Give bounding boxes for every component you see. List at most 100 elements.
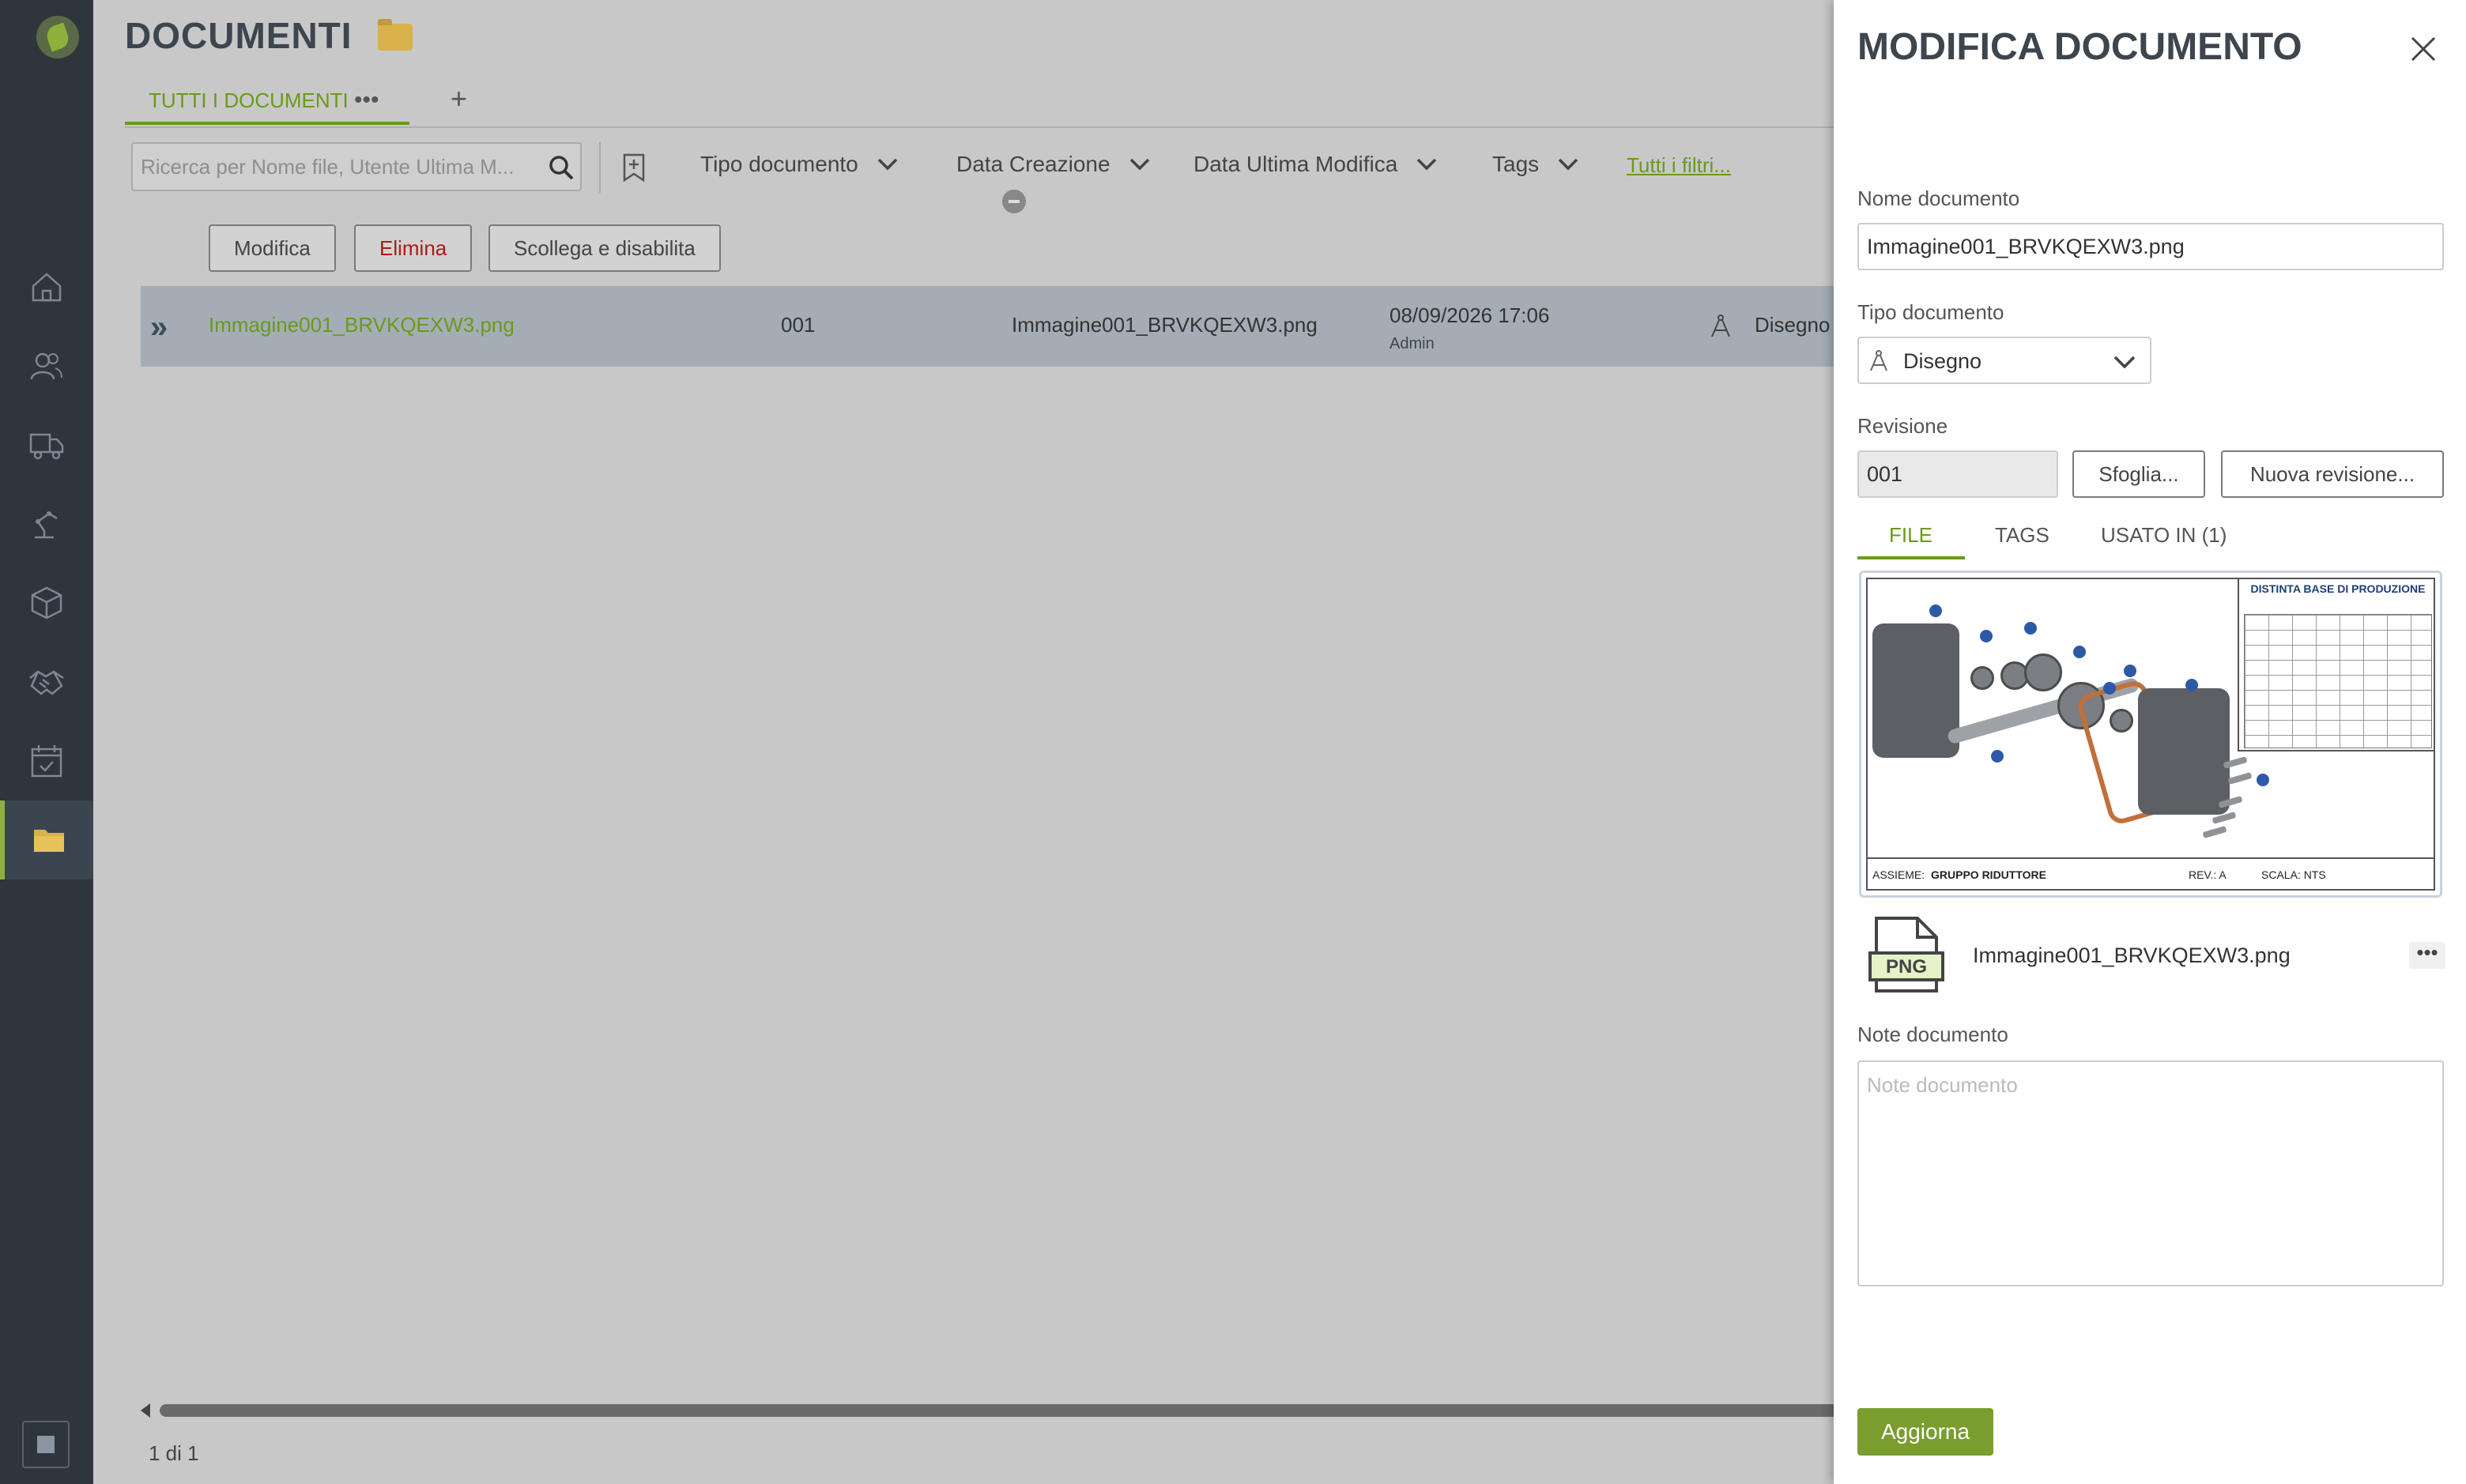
filter-document-type[interactable]: Tipo documento	[700, 152, 899, 177]
all-filters-link[interactable]: Tutti i filtri...	[1627, 153, 1731, 178]
horizontal-scrollbar[interactable]	[141, 1403, 1851, 1418]
new-revision-button[interactable]: Nuova revisione...	[2221, 450, 2444, 498]
filter-last-modified[interactable]: Data Ultima Modifica	[1193, 152, 1438, 177]
document-name-label: Nome documento	[1857, 186, 2020, 210]
scrollbar-thumb[interactable]	[160, 1404, 1851, 1417]
divider	[599, 142, 601, 193]
file-type-label: PNG	[1886, 956, 1927, 977]
revision-text: REV.: A	[2189, 868, 2227, 881]
assembly-name: GRUPPO RIDUTTORE	[1931, 868, 2046, 881]
app-logo[interactable]	[36, 16, 79, 58]
drawing-compass-icon	[1870, 350, 1887, 371]
truck-icon[interactable]	[0, 405, 93, 484]
filter-label: Tags	[1492, 152, 1540, 176]
gear-cover	[2138, 688, 2230, 815]
callout-marker	[1929, 605, 1942, 617]
selected-type: Disegno	[1903, 349, 1982, 373]
bom-table: DISTINTA BASE DI PRODUZIONE	[2238, 578, 2435, 751]
add-tab-button[interactable]: +	[451, 82, 467, 115]
callout-marker	[2024, 622, 2037, 635]
callout-marker	[2185, 679, 2198, 691]
drawing-compass-icon	[1711, 315, 1730, 337]
delete-button[interactable]: Elimina	[354, 224, 473, 272]
document-type-select[interactable]: Disegno	[1857, 337, 2151, 384]
filter-creation-date[interactable]: Data Creazione	[956, 152, 1152, 177]
scroll-left-icon[interactable]	[141, 1403, 150, 1418]
assembly-label: ASSIEME:	[1872, 868, 1925, 881]
file-more-options-icon[interactable]: •••	[2409, 942, 2445, 969]
unlink-disable-button[interactable]: Scollega e disabilita	[488, 224, 721, 272]
gear-part	[1970, 666, 1994, 690]
calendar-check-icon[interactable]	[0, 721, 93, 800]
chevron-down-icon	[1417, 158, 1437, 171]
chevron-down-icon	[2113, 356, 2136, 369]
grid-icon	[37, 1436, 55, 1453]
row-document-type: Disegno	[1755, 313, 1831, 337]
table-row[interactable]: » Immagine001_BRVKQEXW3.png 001 Immagine…	[141, 286, 1840, 367]
left-sidebar	[0, 0, 93, 1484]
callout-marker	[2257, 774, 2269, 786]
document-type-label: Tipo documento	[1857, 300, 2004, 324]
scale-text: SCALA: NTS	[2261, 868, 2326, 881]
row-file-name: Immagine001_BRVKQEXW3.png	[1012, 313, 1318, 337]
apps-grid-button[interactable]	[22, 1421, 70, 1468]
notes-textarea[interactable]	[1857, 1060, 2444, 1286]
revision-label: Revisione	[1857, 414, 1948, 438]
chevron-down-icon	[877, 158, 897, 171]
bom-grid	[2244, 614, 2432, 748]
revision-input[interactable]	[1857, 450, 2058, 498]
callout-marker	[2124, 665, 2136, 677]
document-name-input[interactable]	[1857, 223, 2444, 270]
bom-title: DISTINTA BASE DI PRODUZIONE	[2250, 582, 2426, 595]
notes-label: Note documento	[1857, 1023, 2008, 1046]
tab-label: TUTTI I DOCUMENTI	[149, 89, 349, 112]
view-tabs: TUTTI I DOCUMENTI ••• +	[125, 79, 1785, 125]
filter-label: Data Ultima Modifica	[1193, 152, 1398, 176]
pagination-info: 1 di 1	[149, 1441, 199, 1465]
edit-button[interactable]: Modifica	[209, 224, 336, 272]
page-title: DOCUMENTI	[125, 15, 353, 56]
close-icon[interactable]	[2409, 35, 2438, 63]
expand-row-icon[interactable]: »	[150, 310, 168, 345]
tab-tags[interactable]: TAGS	[1995, 523, 2049, 548]
search-box	[131, 142, 582, 191]
tab-more-icon[interactable]: •••	[354, 87, 379, 114]
tab-file[interactable]: FILE	[1889, 523, 1932, 548]
filter-label: Data Creazione	[956, 152, 1110, 176]
folder-icon	[378, 19, 413, 51]
png-file-icon: PNG	[1868, 917, 1944, 992]
row-document-name[interactable]: Immagine001_BRVKQEXW3.png	[209, 313, 515, 337]
panel-title: MODIFICA DOCUMENTO	[1857, 26, 2302, 68]
chevron-down-icon	[1129, 158, 1149, 171]
update-button[interactable]: Aggiorna	[1857, 1408, 1993, 1456]
gear-part	[2024, 653, 2062, 691]
callout-marker	[2073, 646, 2086, 658]
row-user: Admin	[1389, 335, 1435, 352]
collapse-filters-handle[interactable]	[1002, 190, 1026, 213]
contacts-icon[interactable]	[0, 326, 93, 405]
callout-marker	[1980, 630, 1993, 642]
tab-used-in[interactable]: USATO IN (1)	[2101, 523, 2227, 548]
bookmark-icon[interactable]	[620, 152, 648, 183]
robot-arm-icon[interactable]	[0, 484, 93, 563]
active-tab-indicator	[1857, 556, 1965, 559]
home-icon[interactable]	[0, 247, 93, 326]
file-name: Immagine001_BRVKQEXW3.png	[1973, 944, 2291, 967]
callout-marker	[1991, 750, 2004, 763]
box-icon[interactable]	[0, 563, 93, 642]
edit-document-panel: MODIFICA DOCUMENTO Nome documento Tipo d…	[1834, 0, 2466, 1484]
filter-label: Tipo documento	[700, 152, 858, 176]
browse-button[interactable]: Sfoglia...	[2072, 450, 2205, 498]
search-icon[interactable]	[547, 153, 575, 182]
file-preview-image[interactable]: DISTINTA BASE DI PRODUZIONE ASSIEME: GRU…	[1859, 571, 2442, 898]
folder-icon[interactable]	[0, 800, 93, 879]
filter-bar: Tipo documento Data Creazione Data Ultim…	[125, 126, 1848, 213]
main-area: DOCUMENTI TUTTI I DOCUMENTI ••• + Tipo d…	[93, 0, 1851, 1484]
handshake-icon[interactable]	[0, 642, 93, 721]
drawing-title-block: ASSIEME: GRUPPO RIDUTTORE REV.: A SCALA:…	[1866, 857, 2435, 891]
search-input[interactable]	[141, 150, 536, 183]
row-revision: 001	[781, 313, 816, 337]
callout-marker	[2103, 682, 2116, 695]
chevron-down-icon	[1558, 158, 1578, 171]
filter-tags[interactable]: Tags	[1492, 152, 1580, 177]
